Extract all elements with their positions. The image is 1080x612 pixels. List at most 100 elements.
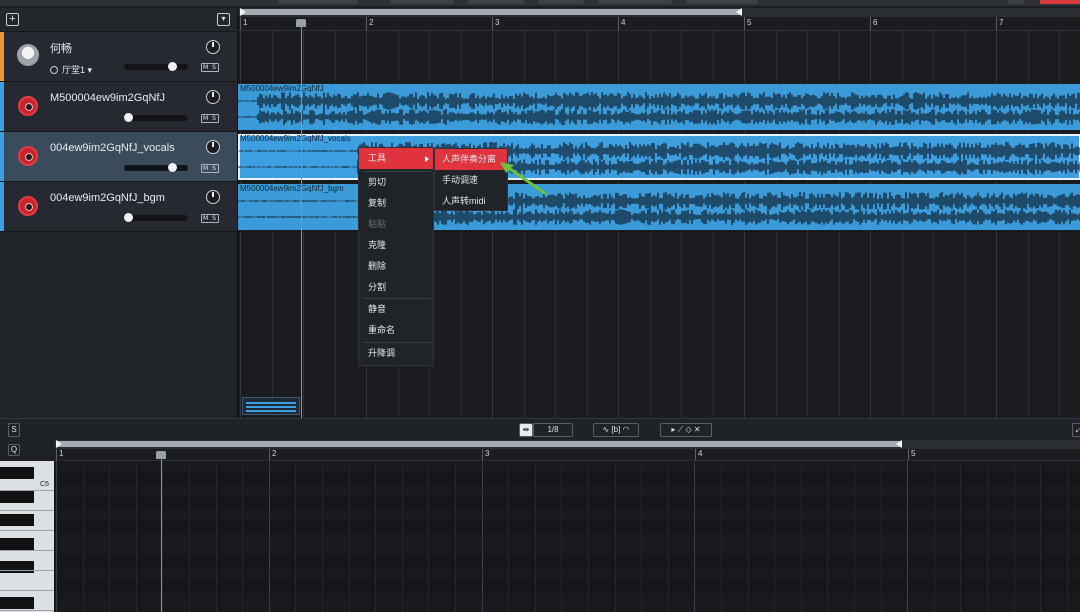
track-lane[interactable]: M500004ew9im2GqNfJ xyxy=(238,82,1080,132)
grid-line xyxy=(455,461,456,612)
ruler-bar-number: 1 xyxy=(243,18,248,27)
grid-line xyxy=(641,461,642,612)
tool-group[interactable]: ▸ ⟋ ◇ ✕ xyxy=(660,423,712,437)
loop-region[interactable] xyxy=(56,441,902,447)
toolbar-button[interactable] xyxy=(538,0,584,4)
loop-start-marker[interactable] xyxy=(56,440,62,448)
grid-line xyxy=(375,461,376,612)
room-select[interactable]: 厅堂1 ▾ xyxy=(50,63,92,76)
track-options-icon[interactable]: ▾ xyxy=(217,13,230,26)
ruler-bar-number: 3 xyxy=(495,18,500,27)
pan-knob[interactable] xyxy=(206,90,220,104)
menu-item-split[interactable]: 分割 xyxy=(359,277,433,298)
track-row[interactable]: 何畅 厅堂1 ▾ M S xyxy=(0,32,237,82)
ruler-tick xyxy=(366,17,367,30)
piano-roll-loop-bar[interactable] xyxy=(54,440,1080,449)
toolbar-button[interactable] xyxy=(468,0,524,4)
record-arm-icon[interactable] xyxy=(18,196,38,216)
menu-item-tools[interactable]: 工具 xyxy=(359,148,433,169)
ruler-bar-number: 5 xyxy=(747,18,752,27)
piano-black-key[interactable] xyxy=(0,538,34,550)
mute-solo-buttons[interactable]: M S xyxy=(201,164,219,173)
annotation-arrow-icon xyxy=(500,162,547,196)
playhead[interactable] xyxy=(301,26,302,418)
track-name: 004ew9im2GqNfJ_vocals xyxy=(50,142,175,154)
toolbar-button[interactable] xyxy=(598,0,672,4)
piano-black-key[interactable] xyxy=(0,597,34,609)
ruler-bar-number: 5 xyxy=(911,449,916,458)
mute-solo-buttons[interactable]: M S xyxy=(201,214,219,223)
track-color-stripe xyxy=(0,182,4,231)
toolbar-button[interactable] xyxy=(686,0,758,4)
loop-region[interactable] xyxy=(240,9,742,15)
menu-item-delete[interactable]: 删除 xyxy=(359,256,433,277)
volume-slider-thumb[interactable] xyxy=(168,62,177,71)
loop-end-marker[interactable] xyxy=(736,8,742,16)
track-row[interactable]: 004ew9im2GqNfJ_vocals M S xyxy=(0,132,237,182)
track-lane[interactable] xyxy=(238,31,1080,82)
piano-roll-playhead[interactable] xyxy=(161,457,162,612)
toolbar-button[interactable] xyxy=(278,0,358,4)
volume-slider[interactable] xyxy=(124,163,188,172)
timeline-ruler[interactable]: 1 2 3 4 5 6 7 xyxy=(238,17,1080,31)
ruler-tick xyxy=(56,449,57,460)
grid-line xyxy=(83,461,84,612)
pan-knob[interactable] xyxy=(206,40,220,54)
menu-item-clone[interactable]: 克隆 xyxy=(359,235,433,256)
menu-item-paste[interactable]: 粘贴 xyxy=(359,214,433,235)
track-color-stripe xyxy=(0,82,4,131)
pan-knob[interactable] xyxy=(206,140,220,154)
record-arm-icon[interactable] xyxy=(18,96,38,116)
menu-item-mute[interactable]: 静音 xyxy=(359,299,433,320)
volume-slider[interactable] xyxy=(124,62,188,71)
quantize-select[interactable]: 1/8 xyxy=(533,423,573,437)
toolbar-button[interactable] xyxy=(390,0,454,4)
context-menu: 工具 剪切 复制 粘贴 克隆 删除 分割 静音 重命名 升降调 xyxy=(358,147,434,366)
piano-black-key[interactable] xyxy=(0,514,34,526)
menu-item-rename[interactable]: 重命名 xyxy=(359,320,433,341)
volume-slider-thumb[interactable] xyxy=(168,163,177,172)
volume-slider-thumb[interactable] xyxy=(124,213,133,222)
editor-s-button[interactable]: S xyxy=(8,423,20,437)
loop-bar[interactable] xyxy=(238,8,1080,17)
snap-toggle-icon[interactable]: ⇹ xyxy=(519,423,533,437)
track-row[interactable]: 004ew9im2GqNfJ_bgm M S xyxy=(0,182,237,232)
menu-item-cut[interactable]: 剪切 xyxy=(359,172,433,193)
add-track-button[interactable]: + xyxy=(6,13,19,26)
piano-black-key[interactable] xyxy=(0,491,34,503)
volume-slider[interactable] xyxy=(124,213,188,222)
menu-item-transpose[interactable]: 升降调 xyxy=(359,343,433,364)
mute-solo-buttons[interactable]: M S xyxy=(201,114,219,123)
menu-item-copy[interactable]: 复制 xyxy=(359,193,433,214)
record-arm-icon[interactable] xyxy=(18,146,38,166)
track-row[interactable]: M500004ew9im2GqNfJ M S xyxy=(0,82,237,132)
piano-white-key-divider xyxy=(0,570,54,571)
grid-line xyxy=(162,461,163,612)
room-select-value: 厅堂1 xyxy=(62,65,86,75)
piano-keyboard[interactable]: C5 xyxy=(0,461,54,612)
grid-line xyxy=(1067,461,1068,612)
volume-slider-thumb[interactable] xyxy=(124,113,133,122)
track-name: 004ew9im2GqNfJ_bgm xyxy=(50,192,165,204)
piano-roll-ruler[interactable]: 1 2 3 4 5 xyxy=(54,449,1080,461)
audio-clip[interactable]: M500004ew9im2GqNfJ xyxy=(238,84,1080,130)
record-button[interactable] xyxy=(1040,0,1080,4)
edit-mode-group[interactable]: ∿ [b] ◠ xyxy=(593,423,639,437)
ruler-bar-number: 7 xyxy=(999,18,1004,27)
power-icon[interactable] xyxy=(50,66,58,74)
grid-line xyxy=(136,461,137,612)
grid-line xyxy=(987,461,988,612)
piano-black-key[interactable] xyxy=(0,467,34,479)
piano-black-key[interactable] xyxy=(0,561,34,573)
mute-solo-buttons[interactable]: M S xyxy=(201,63,219,72)
loop-end-marker[interactable] xyxy=(896,440,902,448)
volume-slider[interactable] xyxy=(124,113,188,122)
overview-clip[interactable] xyxy=(242,397,300,415)
toolbar-button[interactable] xyxy=(1008,0,1024,4)
pan-knob[interactable] xyxy=(206,190,220,204)
piano-roll-grid[interactable] xyxy=(54,461,1080,612)
ruler-tick xyxy=(618,17,619,30)
quantize-q-button[interactable]: Q xyxy=(8,444,20,456)
loop-start-marker[interactable] xyxy=(240,8,246,16)
editor-expand-icon[interactable]: ⤢ xyxy=(1072,423,1080,437)
